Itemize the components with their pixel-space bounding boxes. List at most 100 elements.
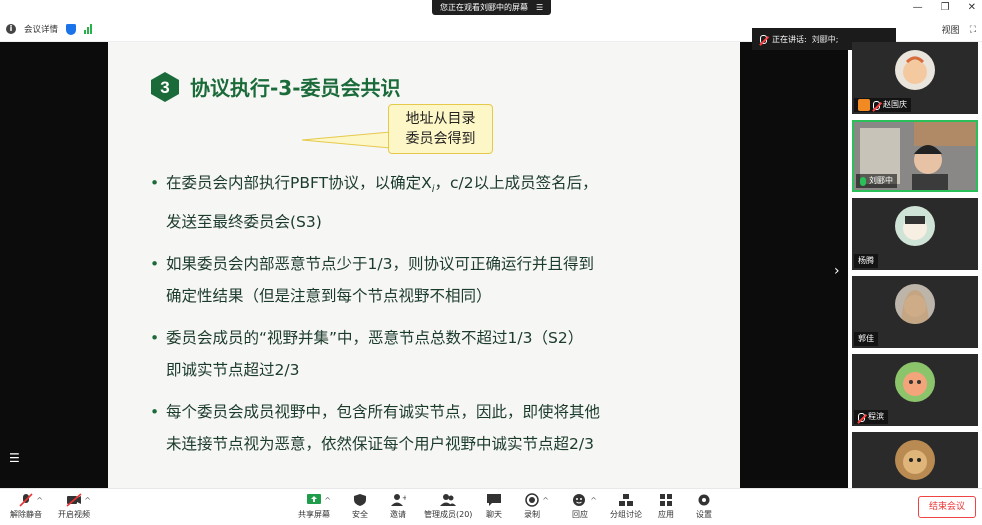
restore-icon[interactable]: ❐ bbox=[941, 2, 950, 13]
chevron-up-icon[interactable]: ^ bbox=[36, 496, 43, 505]
bullet-text: 如果委员会内部恶意节点少于1/3，则协议可正确运行并且得到 bbox=[166, 255, 594, 274]
settings-label: 设置 bbox=[696, 510, 712, 519]
fullscreen-icon[interactable]: ⛶ bbox=[970, 25, 976, 35]
section-badge-number: 3 bbox=[160, 78, 169, 97]
speaking-name: 刘郾中; bbox=[811, 34, 839, 44]
gear-icon bbox=[696, 493, 712, 507]
participant-name-tag: 刘郾中 bbox=[856, 174, 897, 188]
chevron-up-icon[interactable]: ^ bbox=[590, 496, 597, 505]
mic-on-icon bbox=[860, 176, 866, 186]
bullet-item: 如果委员会内部恶意节点少于1/3，则协议可正确运行并且得到 确定性结果（但是注意… bbox=[148, 248, 728, 312]
apps-icon bbox=[658, 493, 674, 507]
members-icon bbox=[440, 493, 457, 507]
unmute-label: 解除静音 bbox=[10, 510, 42, 519]
svg-text:+: + bbox=[402, 494, 406, 502]
callout-tail bbox=[302, 131, 391, 149]
participant-name: 杨腾 bbox=[858, 256, 874, 265]
bullet-text-line2: 即诚实节点超过2/3 bbox=[166, 361, 300, 380]
meeting-details-link[interactable]: 会议详情 bbox=[24, 23, 58, 35]
add-person-icon: + bbox=[390, 493, 408, 507]
chevron-up-icon[interactable]: ^ bbox=[84, 496, 91, 505]
bullet-text-line2: 发送至最终委员会(S3) bbox=[166, 213, 322, 232]
shared-slide: 3 协议执行-3-委员会共识 地址从目录 委员会得到 在委员会内部执行PBFT协… bbox=[108, 42, 740, 488]
unmute-button[interactable]: ^ 解除静音 bbox=[10, 493, 43, 520]
bullet-list: 在委员会内部执行PBFT协议，以确定Xi，c/2以上成员签名后， 发送至最终委员… bbox=[148, 167, 728, 470]
participant-tile-active[interactable]: 刘郾中 bbox=[852, 120, 978, 192]
participant-name: 郭佳 bbox=[858, 334, 874, 343]
emoji-icon: ^ bbox=[572, 493, 597, 507]
chat-button[interactable]: 聊天 bbox=[486, 493, 502, 520]
participant-name: 程滨 bbox=[868, 412, 884, 421]
end-meeting-button[interactable]: 结束会议 bbox=[918, 496, 976, 518]
apps-button[interactable]: 应用 bbox=[658, 493, 674, 520]
participant-tile[interactable]: 杨腾 bbox=[852, 198, 978, 270]
breakout-label: 分组讨论 bbox=[610, 510, 642, 519]
shield-icon[interactable] bbox=[66, 23, 77, 35]
avatar bbox=[895, 206, 935, 246]
settings-button[interactable]: 设置 bbox=[696, 493, 712, 520]
manage-members-label: 管理成员(20) bbox=[424, 510, 473, 519]
share-screen-button[interactable]: ^ 共享屏幕 bbox=[298, 493, 331, 520]
callout-line-1: 地址从目录 bbox=[405, 111, 476, 127]
chat-icon bbox=[486, 493, 502, 507]
close-icon[interactable]: ✕ bbox=[968, 2, 976, 13]
manage-members-button[interactable]: 管理成员(20) bbox=[424, 493, 472, 520]
chevron-up-icon[interactable]: ^ bbox=[542, 496, 549, 505]
participant-panel: 赵国庆 刘郾中 杨腾 郭佳 程滨 bbox=[852, 42, 978, 488]
participant-name-tag: 程滨 bbox=[854, 410, 888, 424]
bullet-text-line2: 确定性结果（但是注意到每个节点视野不相同） bbox=[166, 287, 492, 306]
mic-off-icon bbox=[858, 412, 865, 422]
chevron-up-icon[interactable]: ^ bbox=[324, 496, 331, 505]
security-button[interactable]: 安全 bbox=[352, 493, 368, 520]
bottom-toolbar: ^ 解除静音 ^ 开启视频 ^ 共享屏幕 安全 + 邀请 管理成员(20) 聊天… bbox=[0, 488, 982, 525]
participant-tile[interactable] bbox=[852, 432, 978, 488]
mic-muted-icon: ^ bbox=[18, 493, 43, 507]
bullet-text-tail: ，c/2以上成员签名后， bbox=[434, 174, 598, 192]
callout-line-2: 委员会得到 bbox=[405, 131, 476, 147]
video-margin-left: ☰ bbox=[0, 42, 108, 488]
bullet-text-line2: 未连接节点视为恶意，依然保证每个用户视野中诚实节点超2/3 bbox=[166, 435, 594, 454]
share-banner-text: 您正在观看刘郾中的屏幕 bbox=[440, 3, 528, 12]
participant-tile[interactable]: 赵国庆 bbox=[852, 42, 978, 114]
start-video-label: 开启视频 bbox=[58, 510, 90, 519]
participant-tile[interactable]: 郭佳 bbox=[852, 276, 978, 348]
signal-icon[interactable] bbox=[84, 24, 93, 34]
bullet-text: 委员会成员的“视野并集”中，恶意节点总数不超过1/3（S2） bbox=[166, 329, 584, 348]
list-menu-icon[interactable]: ☰ bbox=[9, 452, 20, 464]
reactions-button[interactable]: ^ 回应 bbox=[572, 493, 597, 520]
bullet-item: 委员会成员的“视野并集”中，恶意节点总数不超过1/3（S2） 即诚实节点超过2/… bbox=[148, 322, 728, 386]
bullet-item: 每个委员会成员视野中，包含所有诚实节点，因此，即使将其他 未连接节点视为恶意，依… bbox=[148, 396, 728, 460]
chevron-right-icon[interactable]: › bbox=[834, 263, 840, 279]
participant-tile[interactable]: 程滨 bbox=[852, 354, 978, 426]
menu-icon[interactable]: ☰ bbox=[536, 0, 543, 15]
share-banner[interactable]: 您正在观看刘郾中的屏幕 ☰ bbox=[432, 0, 552, 15]
mic-off-icon bbox=[760, 34, 767, 44]
start-video-button[interactable]: ^ 开启视频 bbox=[58, 493, 91, 520]
section-badge-icon: 3 bbox=[151, 72, 179, 102]
title-bar: 您正在观看刘郾中的屏幕 ☰ — ❐ ✕ bbox=[0, 0, 982, 18]
share-screen-label: 共享屏幕 bbox=[298, 510, 330, 519]
bullet-text: 每个委员会成员视野中，包含所有诚实节点，因此，即使将其他 bbox=[166, 403, 601, 422]
participant-name-tag: 杨腾 bbox=[854, 254, 878, 268]
info-right: 视图 ⛶ bbox=[942, 23, 976, 37]
participant-name-tag: 郭佳 bbox=[854, 332, 878, 346]
avatar bbox=[895, 362, 935, 402]
bullet-text: 在委员会内部执行PBFT协议，以确定X bbox=[166, 174, 432, 192]
avatar bbox=[895, 50, 935, 90]
slide-title: 协议执行-3-委员会共识 bbox=[190, 76, 401, 100]
mic-off-icon bbox=[873, 100, 880, 110]
breakout-button[interactable]: 分组讨论 bbox=[610, 493, 642, 520]
record-label: 录制 bbox=[524, 510, 540, 519]
meeting-window: 您正在观看刘郾中的屏幕 ☰ — ❐ ✕ i 会议详情 视图 ⛶ ☰ › 3 协议… bbox=[0, 0, 982, 525]
info-icon[interactable]: i bbox=[6, 24, 16, 34]
record-icon: ^ bbox=[524, 493, 549, 507]
view-button[interactable]: 视图 bbox=[942, 23, 960, 36]
minimize-icon[interactable]: — bbox=[913, 2, 923, 13]
apps-label: 应用 bbox=[658, 510, 674, 519]
record-button[interactable]: ^ 录制 bbox=[524, 493, 549, 520]
participant-name: 赵国庆 bbox=[883, 100, 907, 109]
avatar bbox=[895, 284, 935, 324]
participant-name-tag: 赵国庆 bbox=[854, 98, 911, 112]
participant-name: 刘郾中 bbox=[869, 176, 893, 185]
invite-button[interactable]: + 邀请 bbox=[390, 493, 408, 520]
